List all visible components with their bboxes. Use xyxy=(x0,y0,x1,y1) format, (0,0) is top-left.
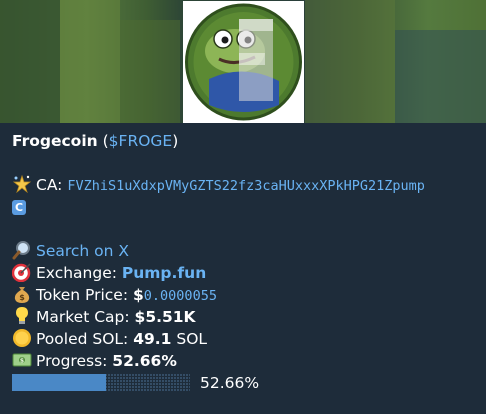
coin-icon xyxy=(12,328,32,348)
price-currency: $ xyxy=(133,286,144,304)
svg-text:$: $ xyxy=(20,358,24,365)
ticker-open: ( xyxy=(97,132,109,150)
progress-label: Progress: xyxy=(36,352,113,370)
copy-badge-icon[interactable]: C xyxy=(12,200,26,215)
sparkle-star-icon xyxy=(12,174,32,194)
token-title: Frogecoin ($FROGE) xyxy=(12,130,478,152)
progress-bar-text: 52.66% xyxy=(200,374,260,392)
market-cap-label: Market Cap: xyxy=(36,308,135,326)
market-cap-value: $5.51K xyxy=(134,308,196,326)
bonding-progress-bar: 52.66% xyxy=(12,373,478,393)
price-label: Token Price: xyxy=(36,286,133,304)
ticker-link[interactable]: $FROGE xyxy=(109,132,173,150)
token-name: Frogecoin xyxy=(12,132,98,150)
message-bubble: Frogecoin ($FROGE) CA: FVZhiS1uXdxpVMyGZ… xyxy=(0,0,486,414)
svg-text:$: $ xyxy=(19,293,25,302)
pooled-value: 49.1 xyxy=(133,330,172,348)
ca-badge-row: C xyxy=(12,196,478,218)
message-caption: Frogecoin ($FROGE) CA: FVZhiS1uXdxpVMyGZ… xyxy=(11,130,478,372)
token-banner-image[interactable] xyxy=(0,0,486,123)
contract-address[interactable]: FVZhiS1uXdxpVMyGZTS22fz3caHUxxxXPkHPG21Z… xyxy=(67,178,425,194)
pooled-unit: SOL xyxy=(171,330,208,348)
exchange-row: Exchange: Pump.fun xyxy=(11,262,478,284)
pooled-row: Pooled SOL: 49.1 SOL xyxy=(12,328,478,350)
exchange-link[interactable]: Pump.fun xyxy=(122,264,206,282)
price-row: $ Token Price: $0.0000055 xyxy=(12,284,478,306)
progress-value: 52.66% xyxy=(112,352,177,370)
progress-row: $ Progress: 52.66% xyxy=(12,350,478,372)
search-row: Search on X xyxy=(12,240,478,262)
pooled-label: Pooled SOL: xyxy=(36,330,134,348)
progress-bar-fill xyxy=(12,374,106,391)
ca-label: CA: xyxy=(36,176,68,194)
search-on-x-link[interactable]: Search on X xyxy=(36,242,129,260)
banknote-icon: $ xyxy=(12,350,32,370)
money-bag-icon: $ xyxy=(12,284,32,304)
magnifier-icon xyxy=(12,240,32,260)
token-logo xyxy=(183,1,304,123)
exchange-label: Exchange: xyxy=(36,264,122,282)
light-bulb-icon xyxy=(12,306,32,326)
ticker-close: ) xyxy=(172,132,179,150)
market-cap-row: Market Cap: $5.51K xyxy=(12,306,478,328)
price-value[interactable]: 0.0000055 xyxy=(144,288,217,304)
target-icon xyxy=(11,262,32,283)
ca-row: CA: FVZhiS1uXdxpVMyGZTS22fz3caHUxxxXPkHP… xyxy=(12,174,478,196)
